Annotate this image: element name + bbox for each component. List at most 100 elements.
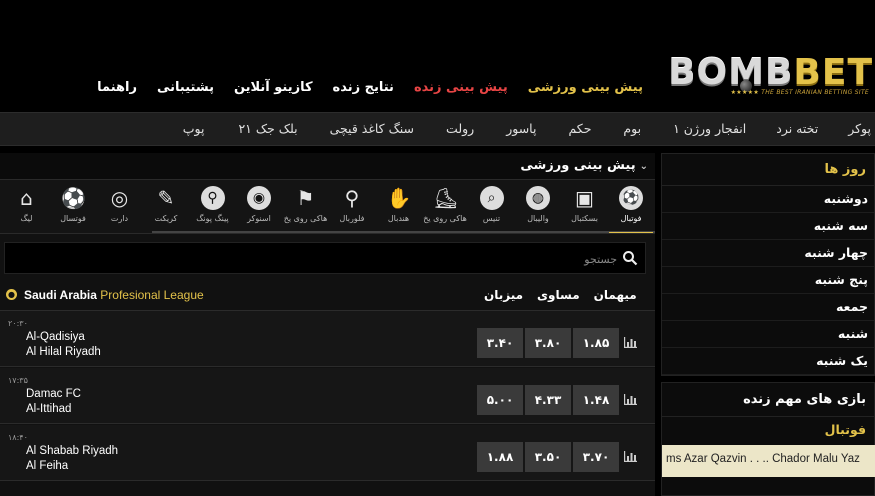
sport-tab[interactable]: ✎ کریکت <box>144 180 188 233</box>
main-nav-item[interactable]: پشتیبانی <box>157 80 214 95</box>
casino-game-link[interactable]: بوم <box>623 121 641 136</box>
sport-tab-label: والیبال <box>527 214 549 223</box>
days-title: روز ها <box>662 154 874 186</box>
odd-button-home[interactable]: ۳.۷۰ <box>573 442 619 472</box>
odd-button-draw[interactable]: ۴.۳۳ <box>525 385 571 415</box>
day-link[interactable]: پنج شنبه <box>662 267 874 294</box>
match-row: ۲۰:۳۰ Al-Qadisiya Al Hilal Riyadh ۳.۴۰ ۳.۸۰ ۱… <box>0 311 655 367</box>
league-title: Profesional League <box>100 288 204 302</box>
odd-button-away[interactable]: ۵.۰۰ <box>477 385 523 415</box>
sport-tab[interactable]: ◎ دارت <box>98 180 142 233</box>
futsal-icon: ⚽ <box>61 186 86 210</box>
sport-tab[interactable]: ⚲ پینگ پونگ <box>191 180 235 233</box>
sport-tab[interactable]: ▣ بسکتبال <box>563 180 607 233</box>
sport-tab[interactable]: ⚽ فوتسال <box>51 180 95 233</box>
live-games-title: بازی های مهم زنده <box>662 383 874 417</box>
sport-tab-label: فوتبال <box>620 214 642 223</box>
darts-icon: ◎ <box>110 186 129 210</box>
panel-title-text: پیش بینی ورزشی <box>520 158 636 173</box>
sport-tab[interactable]: ⌕ تنیس <box>470 180 514 233</box>
sport-tab-label: پینگ پونگ <box>196 214 229 223</box>
main-nav-item[interactable]: راهنما <box>97 80 137 95</box>
sport-tab[interactable]: ⚲ فلوربال <box>330 180 374 233</box>
odd-button-away[interactable]: ۳.۴۰ <box>477 328 523 358</box>
sport-tab-label: بسکتبال <box>571 214 598 223</box>
sports-betting-panel: ⌄پیش بینی ورزشی ⚽ فوتبال ▣ بسکتبال ◍ والیبال ⌕… <box>0 153 655 496</box>
sport-tab[interactable]: ⚽ فوتبال <box>609 180 653 233</box>
chevron-down-icon: ⌄ <box>639 161 648 172</box>
days-list: دوشنبه سه شنبه چهار شنبه پنج شنبه جمعه شنبه یک… <box>662 186 874 375</box>
stats-chart-icon[interactable] <box>624 337 637 348</box>
casino-game-link[interactable]: بلک جک ۲۱ <box>238 121 297 136</box>
sport-tab[interactable]: ◉ اسنوکر <box>237 180 281 233</box>
main-nav-item[interactable]: کازینو آنلاین <box>234 80 313 95</box>
logo-bomb-text: BOMB <box>668 52 794 93</box>
home-team: Damac FC <box>26 388 81 400</box>
casino-game-link[interactable]: حکم <box>568 121 591 136</box>
casino-game-link[interactable]: سنگ کاغذ قیچی <box>330 121 414 136</box>
odd-button-home[interactable]: ۱.۴۸ <box>573 385 619 415</box>
casino-game-link[interactable]: پوکر <box>848 121 871 136</box>
match-time: ۱۷:۳۵ <box>8 376 28 385</box>
odds-group: ۳.۴۰ ۳.۸۰ ۱.۸۵ <box>477 328 619 358</box>
day-link[interactable]: جمعه <box>662 294 874 321</box>
day-link[interactable]: یک شنبه <box>662 348 874 375</box>
logo-tagline: ★★★★★ THE BEST IRANIAN BETTING SITE <box>728 89 869 96</box>
casino-game-link[interactable]: تخته نرد <box>776 121 818 136</box>
main-nav-item[interactable]: پیش بینی زنده <box>414 80 508 95</box>
sport-tab[interactable]: ◍ والیبال <box>516 180 560 233</box>
day-link[interactable]: دوشنبه <box>662 186 874 213</box>
sport-tab-label: فلوربال <box>339 214 365 223</box>
casino-game-link[interactable]: پوپ <box>183 121 205 136</box>
sport-tab-label: فوتسال <box>60 214 86 223</box>
search-input[interactable] <box>57 249 617 269</box>
live-ticker[interactable]: ms Azar Qazvin . . .. Chador Malu Yaz <box>662 445 875 477</box>
day-link[interactable]: سه شنبه <box>662 213 874 240</box>
sport-tab[interactable]: ⚑ هاکی روی یخ <box>284 180 328 233</box>
casino-game-link[interactable]: رولت <box>446 121 474 136</box>
bombbet-logo[interactable]: BOMBBET ★★★★★ THE BEST IRANIAN BETTING S… <box>658 52 873 100</box>
search-icon[interactable] <box>622 250 638 266</box>
casino-game-link[interactable]: پاسور <box>506 121 536 136</box>
tagline-text: THE BEST IRANIAN BETTING SITE <box>761 89 869 96</box>
sidebar: روز ها دوشنبه سه شنبه چهار شنبه پنج شنبه جمع… <box>661 153 875 496</box>
stats-chart-icon[interactable] <box>624 451 637 462</box>
casino-game-link[interactable]: انفجار ورژن ۱ <box>673 121 746 136</box>
logo-wordmark: BOMBBET <box>668 52 873 93</box>
casino-games-bar: پوکر تخته نرد انفجار ورژن ۱ بوم حکم پاسور رولت… <box>0 112 875 146</box>
match-row: ۱۸:۴۰ Al Shabab Riyadh Al Feiha ۱.۸۸ ۳.۵۰ ۳.۷… <box>0 425 655 481</box>
main-nav-item[interactable]: پیش بینی ورزشی <box>528 80 643 95</box>
day-link[interactable]: شنبه <box>662 321 874 348</box>
odd-button-draw[interactable]: ۳.۵۰ <box>525 442 571 472</box>
days-box: روز ها دوشنبه سه شنبه چهار شنبه پنج شنبه جمع… <box>661 153 875 376</box>
odd-button-draw[interactable]: ۳.۸۰ <box>525 328 571 358</box>
sport-tab[interactable]: ✋ هندبال <box>377 180 421 233</box>
match-time: ۱۸:۴۰ <box>8 433 28 442</box>
sport-tab[interactable]: ⛸ هاکی روی یخ <box>423 180 467 233</box>
column-away: میزبان <box>484 288 524 302</box>
sport-tab-label: هاکی روی یخ <box>423 214 467 223</box>
home-team: Al Shabab Riyadh <box>26 445 119 457</box>
sport-tab[interactable]: ⌂ لیگ <box>5 180 49 233</box>
live-sport-label[interactable]: فوتبال <box>662 417 874 443</box>
sport-tab-label: دارت <box>110 214 129 223</box>
away-team: Al Feiha <box>26 460 69 472</box>
main-nav: پیش بینی ورزشی پیش بینی زنده نتایج زنده کاز… <box>97 80 643 95</box>
volleyball-icon: ◍ <box>526 186 550 210</box>
match-row: ۱۷:۳۵ Damac FC Al-Ittihad ۵.۰۰ ۴.۳۳ ۱.۴۸ <box>0 368 655 424</box>
handball-icon: ✋ <box>386 186 412 210</box>
tennis-icon: ⌕ <box>479 186 504 210</box>
stats-chart-icon[interactable] <box>624 394 637 405</box>
casino-games-list: پوکر تخته نرد انفجار ورژن ۱ بوم حکم پاسور رولت… <box>183 121 871 136</box>
ping-pong-icon: ⚲ <box>200 186 225 210</box>
soccer-ball-icon: ⚽ <box>619 186 643 210</box>
field-hockey-icon: ⚑ <box>296 186 315 210</box>
odd-button-away[interactable]: ۱.۸۸ <box>477 442 523 472</box>
panel-title[interactable]: ⌄پیش بینی ورزشی <box>520 158 648 173</box>
league-name[interactable]: Saudi Arabia Profesional League <box>24 288 204 302</box>
sport-tab-label: تنیس <box>482 214 501 223</box>
odd-button-home[interactable]: ۱.۸۵ <box>573 328 619 358</box>
odds-group: ۵.۰۰ ۴.۳۳ ۱.۴۸ <box>477 385 619 415</box>
day-link[interactable]: چهار شنبه <box>662 240 874 267</box>
main-nav-item[interactable]: نتایج زنده <box>333 80 394 95</box>
